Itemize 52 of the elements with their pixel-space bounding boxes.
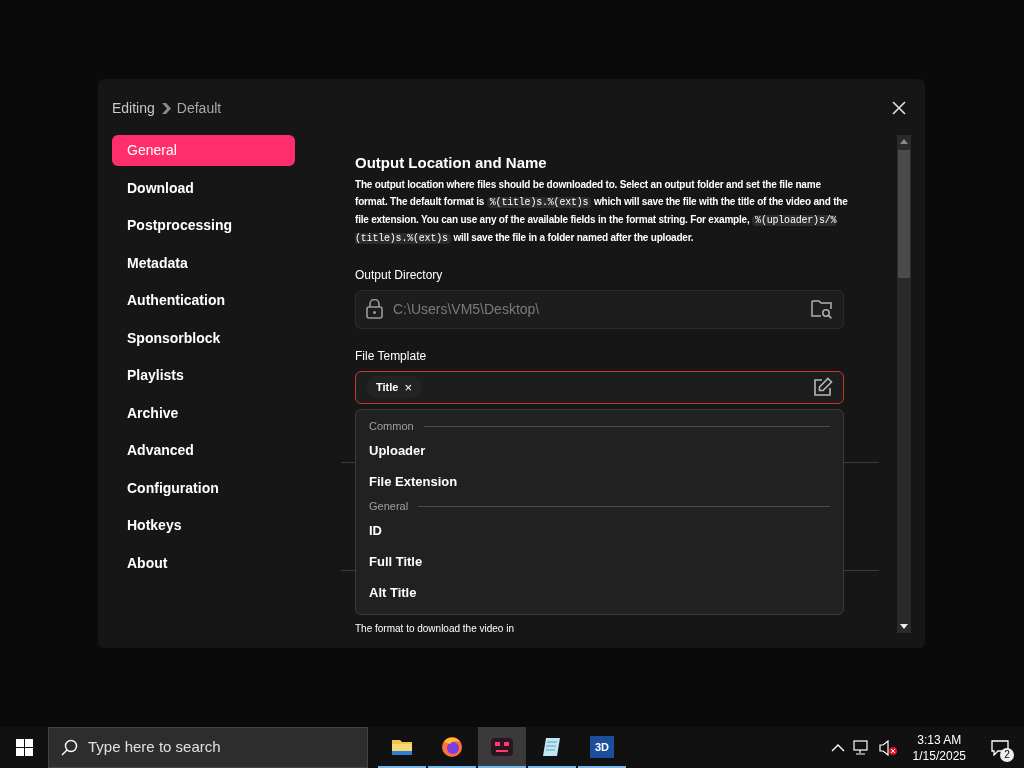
sidebar-item[interactable]: Metadata — [112, 247, 295, 279]
sidebar-item[interactable]: Configuration — [112, 472, 295, 504]
scroll-up-icon[interactable] — [900, 139, 908, 144]
chevron-icon — [160, 102, 171, 114]
windows-icon — [15, 739, 33, 756]
output-directory-field[interactable]: C:\Users\VM5\Desktop\ — [355, 289, 844, 329]
field-label: File Template — [355, 347, 428, 365]
dropdown-option[interactable]: Full Title — [356, 546, 843, 578]
notification-button[interactable]: 2 — [982, 727, 1018, 768]
taskbar-app[interactable] — [478, 727, 526, 768]
fox-globe-icon — [441, 735, 463, 758]
notification-icon — [991, 739, 1009, 756]
sidebar-item[interactable]: Authentication — [112, 285, 295, 316]
sidebar-item[interactable]: General — [112, 135, 295, 166]
chevron-up-icon[interactable] — [830, 743, 845, 752]
edit-icon[interactable] — [813, 377, 833, 397]
search-field[interactable]: Type here to search — [48, 727, 368, 768]
clock-time: 3:13 AM — [917, 731, 962, 748]
file-template-field[interactable]: Title × — [355, 370, 844, 404]
dropdown-option[interactable]: File Extension — [356, 466, 843, 498]
sidebar-item[interactable]: Advanced — [112, 435, 295, 466]
network-icon[interactable] — [852, 739, 871, 756]
dropdown-option[interactable]: Alt Title — [356, 577, 843, 609]
section-title: Output Location and Name — [355, 153, 548, 173]
remove-token-button[interactable]: × — [404, 380, 412, 394]
sidebar-item[interactable]: Postprocessing — [112, 210, 295, 241]
volume-muted-icon[interactable] — [878, 739, 897, 756]
sidebar-item[interactable]: Archive — [112, 397, 295, 429]
folder-search-icon[interactable] — [811, 299, 833, 319]
scroll-thumb[interactable] — [898, 150, 910, 278]
scroll-down-icon[interactable] — [900, 624, 908, 629]
viewer-3d-icon: 3D — [590, 735, 614, 758]
field-label: Output Directory — [355, 266, 444, 284]
breadcrumb-parent[interactable]: Editing — [112, 97, 155, 119]
notepad-icon — [541, 735, 563, 758]
clock-date: 1/15/2025 — [912, 747, 966, 764]
search-icon — [61, 739, 78, 756]
taskbar-app[interactable]: 3D — [578, 727, 626, 768]
template-token: Title × — [366, 376, 422, 398]
sidebar-item[interactable]: Playlists — [112, 360, 295, 391]
robot-face-icon — [490, 735, 514, 758]
sidebar-item[interactable]: Sponsorblock — [112, 322, 295, 354]
dropdown-option[interactable]: ID — [356, 515, 843, 547]
group-header: Common — [369, 419, 414, 435]
sidebar-item[interactable]: Download — [112, 172, 295, 204]
sidebar-item[interactable]: Hotkeys — [112, 510, 295, 541]
sidebar-item[interactable]: About — [112, 547, 295, 579]
dropdown-option[interactable]: Uploader — [356, 435, 843, 467]
section-description: The output location where files should be downloaded to. Select an output folder and set the file name format. The default format is %(title)s.%(ext)s which will save the file with the title of the video and the file extension. You can use any of the available fields in the format string. For example, %(uploader)s/%(title)s.%(ext)s will save the file in a folder named after the uploader. — [355, 177, 849, 246]
field-description: The format to download the video in — [355, 623, 514, 635]
group-header: General — [369, 499, 409, 515]
breadcrumb-current: Default — [176, 98, 222, 118]
